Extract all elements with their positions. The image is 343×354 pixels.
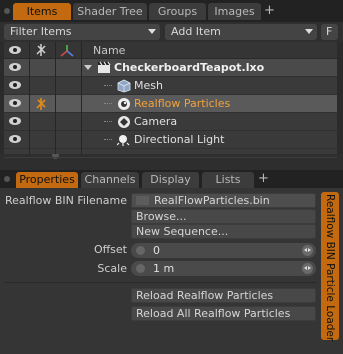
visibility-eye-icon[interactable]	[9, 81, 21, 89]
scale-label: Scale	[97, 262, 127, 275]
side-tab-realflow-loader[interactable]: Realflow BIN Particle Loader	[321, 192, 339, 342]
visibility-eye-icon[interactable]	[9, 117, 21, 125]
new-sequence-button[interactable]: New Sequence...	[131, 224, 316, 239]
offset-value: 0	[153, 244, 160, 257]
reload-particles-button[interactable]: Reload Realflow Particles	[131, 288, 316, 303]
filter-options-button[interactable]: F	[321, 24, 338, 40]
axis-gizmo-icon	[60, 45, 74, 57]
offset-field[interactable]: 0	[131, 243, 316, 258]
visibility-eye-icon	[9, 46, 21, 54]
visibility-eye-icon[interactable]	[9, 63, 21, 71]
tab-channels[interactable]: Channels	[81, 172, 139, 188]
add-item-label: Add Item	[171, 25, 221, 38]
properties-tab-bar: Properties Channels Display Lists +	[0, 170, 343, 188]
properties-panel: Realflow BIN Filename RealFlowParticles.…	[0, 188, 343, 354]
list-item-label: Camera	[134, 115, 178, 128]
scene-clapper-icon	[98, 61, 111, 73]
chevron-down-icon	[305, 29, 313, 34]
item-list-header: Name	[4, 42, 337, 59]
splitter-line	[4, 157, 337, 158]
scale-value: 1 m	[153, 262, 175, 275]
add-tab-button[interactable]: +	[258, 171, 269, 186]
lock-pin-icon[interactable]	[34, 97, 48, 111]
camera-icon	[118, 116, 130, 128]
tab-items[interactable]: Items	[13, 3, 71, 20]
list-item-label: Mesh	[134, 79, 163, 92]
mesh-cube-icon	[117, 79, 131, 93]
list-item-label: CheckerboardTeapot.lxo	[114, 61, 265, 74]
file-icon	[136, 196, 149, 205]
tree-connector	[104, 139, 112, 140]
column-divider	[29, 42, 30, 154]
scale-field[interactable]: 1 m	[131, 261, 316, 276]
panel-grip-icon[interactable]	[4, 8, 10, 14]
list-item-mesh[interactable]: Mesh	[4, 77, 337, 95]
filter-row: Filter Items Add Item F	[0, 22, 343, 42]
light-icon	[117, 135, 130, 146]
add-tab-button[interactable]: +	[264, 3, 275, 18]
tab-images[interactable]: Images	[208, 3, 261, 20]
filter-items-label: Filter Items	[10, 25, 72, 38]
stepper-arrows-icon[interactable]	[302, 263, 313, 274]
browse-button[interactable]: Browse...	[131, 209, 316, 224]
item-list: Name CheckerboardTeapot.lxo Mesh Realflo…	[4, 42, 337, 154]
list-item-camera[interactable]: Camera	[4, 113, 337, 131]
add-item-dropdown[interactable]: Add Item	[165, 24, 317, 40]
particles-icon	[118, 98, 130, 110]
divider	[4, 282, 317, 283]
tab-display[interactable]: Display	[142, 172, 199, 188]
column-divider	[55, 42, 56, 154]
bin-filename-field[interactable]: RealFlowParticles.bin	[131, 193, 316, 208]
tree-connector	[104, 85, 112, 86]
list-item-directional-light[interactable]: Directional Light	[4, 131, 337, 149]
bin-filename-value: RealFlowParticles.bin	[154, 194, 270, 207]
channel-knob-icon[interactable]	[136, 264, 145, 273]
offset-label: Offset	[93, 243, 127, 256]
top-tab-bar: Items Shader Tree Groups Images +	[0, 0, 343, 22]
chevron-down-icon	[148, 29, 156, 34]
list-item-label: Realflow Particles	[134, 97, 231, 110]
panel-grip-icon[interactable]	[4, 176, 10, 182]
column-divider	[81, 42, 82, 154]
list-item-realflow-particles[interactable]: Realflow Particles	[4, 95, 337, 113]
tree-connector	[104, 121, 112, 122]
lock-pin-icon	[36, 44, 46, 56]
expand-triangle-icon[interactable]	[84, 65, 92, 70]
column-header-name[interactable]: Name	[93, 44, 125, 57]
list-item-label: Directional Light	[134, 133, 225, 146]
list-item-scene[interactable]: CheckerboardTeapot.lxo	[4, 59, 337, 77]
visibility-eye-icon[interactable]	[9, 99, 21, 107]
visibility-eye-icon[interactable]	[9, 135, 21, 143]
channel-knob-icon[interactable]	[136, 246, 145, 255]
bin-filename-label: Realflow BIN Filename	[5, 194, 127, 207]
panel-splitter[interactable]	[0, 154, 343, 170]
side-tab-label: Realflow BIN Particle Loader	[324, 194, 336, 342]
tab-properties[interactable]: Properties	[16, 172, 78, 188]
tab-groups[interactable]: Groups	[149, 3, 206, 20]
tab-shader-tree[interactable]: Shader Tree	[73, 3, 147, 20]
filter-items-dropdown[interactable]: Filter Items	[4, 24, 160, 40]
tab-lists[interactable]: Lists	[202, 172, 254, 188]
reload-all-particles-button[interactable]: Reload All Realflow Particles	[131, 306, 316, 321]
stepper-arrows-icon[interactable]	[302, 245, 313, 256]
tree-connector	[104, 103, 112, 104]
